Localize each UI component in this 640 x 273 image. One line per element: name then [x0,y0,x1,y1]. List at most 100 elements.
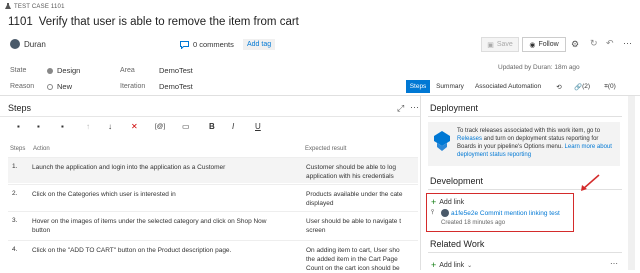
italic-icon[interactable]: I [232,122,234,131]
underline-icon[interactable]: U [255,122,261,131]
related-add-link[interactable]: + Add link ⌄ [431,260,472,270]
work-item-title-text[interactable]: Verify that user is able to remove the i… [39,16,299,28]
links-count: (2) [582,83,591,90]
tab-summary[interactable]: Summary [432,80,468,93]
info-text: Boards in your pipeline's Options menu. [457,144,565,150]
insert-step-icon[interactable]: ▪ [17,122,20,131]
follow-label: Follow [538,41,559,48]
development-add-link[interactable]: + Add link [431,197,464,207]
expand-icon[interactable]: ⤢ [397,103,404,114]
reason-field[interactable]: New [47,82,72,91]
state-label: State [10,67,27,74]
add-link-label: Add link [439,261,465,269]
gear-icon[interactable]: ⚙ [571,39,579,50]
action-line: button [32,227,51,234]
area-field[interactable]: DemoTest [159,66,193,75]
step-expected[interactable]: User should be able to navigate t screen [306,217,414,235]
work-item-id: 1101 [8,16,33,28]
reason-dot [47,84,53,91]
state-dot [47,68,53,75]
learn-more-link[interactable]: Learn more [565,144,596,150]
expected-line: screen [306,227,326,234]
follow-button[interactable]: ◉ Follow [522,37,566,52]
tab-steps[interactable]: Steps [406,80,430,93]
more-options-icon[interactable]: ⋯ [623,38,632,49]
insert-shared-steps-icon[interactable]: ▪ [37,122,40,131]
reason-label: Reason [10,83,35,90]
refresh-icon[interactable]: ↻ [590,38,598,49]
releases-link[interactable]: Releases [457,136,482,142]
add-tag-button[interactable]: Add tag [243,39,276,50]
state-value: Design [57,66,81,75]
expected-line: Count on the cart icon should be [306,265,400,272]
commit-icon: ⫯ [431,209,435,216]
deployment-section-title: Deployment [430,103,479,113]
work-item-header: TEST CASE 1101 1101 Verify that user is a… [0,0,640,60]
divider [420,96,421,270]
more-options-icon[interactable]: ⋯ [610,259,618,268]
delete-step-icon[interactable]: ✕ [131,122,138,131]
work-item-title[interactable]: 1101 Verify that user is able to remove t… [8,16,299,28]
divider [428,116,622,117]
reason-value: New [57,82,73,91]
avatar [10,39,20,49]
step-row[interactable]: 3. Hover on the images of items under th… [8,211,418,239]
link-icon: 🔗 [573,83,583,91]
expected-line: Customer should be able to log [306,164,396,171]
move-down-icon[interactable]: ↓ [108,122,112,131]
move-up-icon[interactable]: ↑ [86,122,90,131]
tab-history[interactable]: ⟲ [552,80,566,93]
save-icon: ▣ [487,41,494,49]
step-row[interactable]: 2. Click on the Categories which user is… [8,184,418,210]
undo-icon[interactable]: ↶ [606,38,614,49]
step-row[interactable]: 1. Launch the application and login into… [8,157,418,183]
plus-icon: + [431,197,437,207]
tab-associated-automation[interactable]: Associated Automation [470,80,546,93]
create-shared-steps-icon[interactable]: ▪ [61,122,64,131]
step-number: 3. [12,217,18,224]
expected-line: User should be able to navigate t [306,218,402,225]
iteration-label: Iteration [120,83,146,90]
work-item-type-text: TEST CASE 1101 [14,3,65,10]
attachment-icon[interactable]: ▭ [182,122,190,131]
column-header-expected: Expected result [305,146,347,152]
info-text: To track releases associated with this w… [457,128,601,134]
expected-line: the added item in the Cart Page [306,256,398,263]
step-action[interactable]: Hover on the images of items under the s… [32,217,292,235]
comments-count: 0 comments [193,40,234,49]
tab-attachments[interactable]: ⌗ (0) [598,80,622,93]
history-icon: ⟲ [556,83,562,91]
step-action[interactable]: Launch the application and login into th… [32,163,292,172]
expected-line: Products available under the cate [306,191,403,198]
divider [0,95,640,96]
more-options-icon[interactable]: ⋯ [410,102,419,113]
step-action[interactable]: Click on the "ADD TO CART" button on the… [32,246,292,255]
step-expected[interactable]: Customer should be able to log applicatio… [306,163,414,181]
chevron-down-icon: ⌄ [467,262,473,269]
step-expected[interactable]: Products available under the cate display… [306,190,414,208]
step-action[interactable]: Click on the Categories which user is in… [32,190,292,199]
state-field[interactable]: Design [47,66,80,75]
tab-links[interactable]: 🔗 (2) [570,80,594,93]
step-expected[interactable]: On adding item to cart, User sho the adde… [306,246,414,273]
expected-line: application with his credentials [306,173,394,180]
step-row[interactable]: 4. Click on the "ADD TO CART" button on … [8,240,418,273]
development-section-title: Development [430,176,484,186]
comments-link[interactable]: 0 comments [180,40,234,49]
assigned-user[interactable]: Duran [10,39,46,49]
save-button[interactable]: ▣ Save [481,37,519,52]
comment-icon [180,40,189,49]
updated-by-text: Updated by Duran: 18m ago [498,64,580,71]
insert-parameter-icon[interactable]: [@] [155,123,165,130]
scrollbar[interactable] [628,96,635,270]
step-number: 1. [12,163,18,170]
column-header-action: Action [33,146,50,152]
avatar [441,209,449,217]
commit-created-time: Created 18 minutes ago [441,220,506,226]
test-case-icon [5,3,11,9]
iteration-field[interactable]: DemoTest [159,82,193,91]
commit-link[interactable]: a1fe5e2e Commit mention linking test [451,210,560,217]
deployment-info-text: To track releases associated with this w… [457,127,617,159]
attachments-count: (0) [607,83,616,90]
bold-icon[interactable]: B [209,122,215,131]
